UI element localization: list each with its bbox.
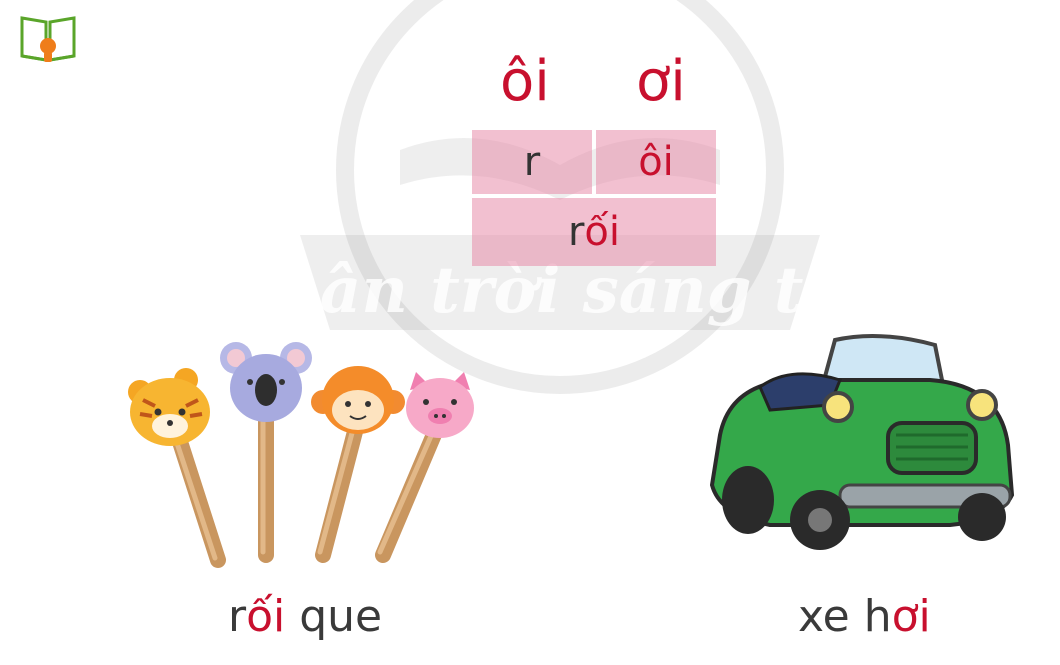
word-cell: r ối	[472, 198, 716, 266]
caption-roi-que-rhyme: ối	[246, 591, 286, 642]
vowel-oi-title: ôi	[500, 49, 550, 114]
rhyme-cell: ôi	[596, 130, 716, 194]
consonant-text: r	[523, 139, 541, 185]
green-car-illustration	[709, 334, 1015, 550]
consonant-cell: r	[472, 130, 592, 194]
pig-puppet	[406, 372, 474, 438]
monkey-puppet	[311, 366, 405, 434]
word-rhyme: ối	[584, 209, 621, 255]
tiger-puppet	[128, 368, 210, 446]
rhyme-text: ôi	[638, 139, 674, 185]
caption-roi-que-rest: que	[285, 591, 383, 642]
caption-roi-que-prefix: r	[228, 591, 247, 642]
caption-xe-hoi: xe hơi	[798, 592, 931, 642]
caption-xe-hoi-prefix: xe h	[798, 591, 892, 642]
koala-puppet	[220, 342, 312, 422]
caption-roi-que: rối que	[228, 592, 382, 642]
stick-puppets-illustration	[128, 342, 474, 568]
vowel-ooi-title: ơi	[636, 49, 686, 114]
caption-xe-hoi-rhyme: ơi	[891, 591, 931, 642]
word-prefix: r	[567, 209, 585, 255]
book-icon	[20, 16, 76, 62]
